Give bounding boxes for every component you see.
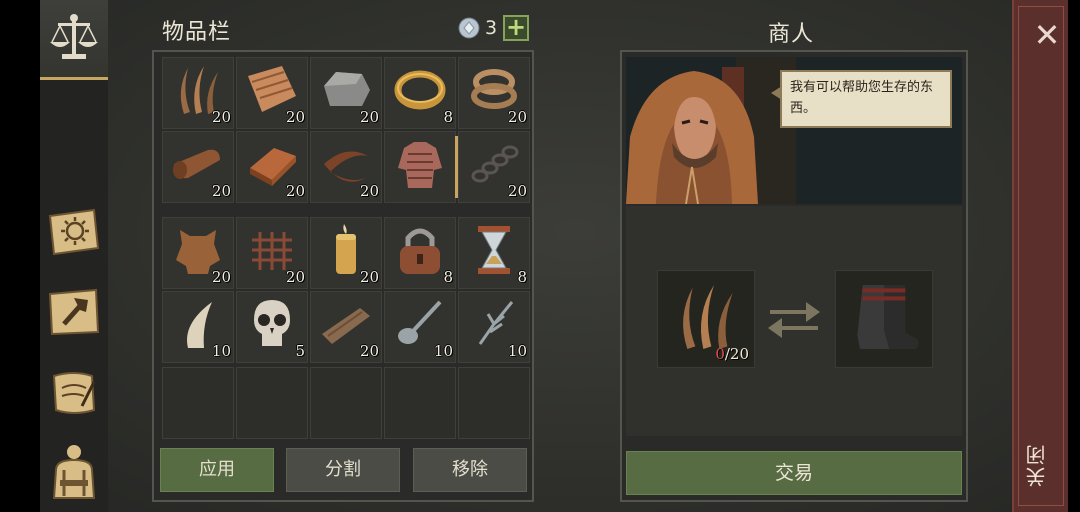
item-quantity: 20	[211, 182, 231, 200]
inventory-slot[interactable]: 20	[310, 57, 382, 129]
inventory-slot[interactable]: 20	[458, 131, 530, 203]
remove-button[interactable]: 移除	[413, 448, 527, 492]
trade-need-count: /20	[724, 345, 749, 363]
trade-receive-slot[interactable]	[835, 270, 933, 368]
inventory-slot[interactable]: 20	[162, 131, 234, 203]
item-quantity: 20	[507, 182, 527, 200]
backpack-character-icon[interactable]	[44, 440, 104, 500]
inventory-title: 物品栏	[162, 20, 232, 45]
swap-arrows-icon	[766, 294, 822, 342]
split-button[interactable]: 分割	[286, 448, 400, 492]
trade-button[interactable]: 交易	[626, 451, 962, 495]
gem-icon	[458, 17, 480, 39]
inventory-slot[interactable]: 20	[236, 131, 308, 203]
item-quantity: 10	[433, 342, 453, 360]
item-quantity: 20	[285, 108, 305, 126]
boots-icon	[857, 285, 919, 349]
inventory-slot-empty[interactable]	[162, 367, 234, 439]
scales-icon[interactable]	[44, 8, 104, 68]
inventory-slot[interactable]: 20	[162, 57, 234, 129]
item-quantity: 20	[285, 182, 305, 200]
hammer-map-icon[interactable]	[44, 282, 104, 342]
inventory-slot[interactable]: 20	[162, 217, 234, 289]
use-button[interactable]: 应用	[160, 448, 274, 492]
inventory-slot[interactable]: 8	[384, 57, 456, 129]
inventory-slot[interactable]: 8	[384, 217, 456, 289]
trade-have-count: 0	[715, 345, 725, 363]
item-quantity: 20	[507, 108, 527, 126]
inventory-slot[interactable]: 20	[310, 291, 382, 363]
inventory-slot[interactable]: 20	[236, 57, 308, 129]
screen-edge-left	[0, 0, 40, 512]
add-currency-button[interactable]: +	[503, 15, 530, 41]
inventory-slot[interactable]: 20	[310, 131, 382, 203]
hourglass-icon	[478, 226, 510, 274]
item-quantity: 20	[359, 268, 379, 286]
item-quantity: 20	[359, 342, 379, 360]
currency-display: 3 +	[458, 14, 530, 42]
quill-scroll-icon[interactable]	[44, 362, 104, 422]
inventory-slot-empty[interactable]	[384, 367, 456, 439]
item-quantity: 20	[359, 182, 379, 200]
padlock-icon	[400, 228, 440, 274]
item-quantity: 20	[359, 108, 379, 126]
gem-count: 3	[485, 17, 498, 39]
inventory-slot[interactable]: 20	[458, 57, 530, 129]
item-quantity: 10	[211, 342, 231, 360]
close-label[interactable]: 关闭	[1022, 430, 1062, 500]
close-icon[interactable]: ✕	[1030, 18, 1064, 52]
sun-book-icon[interactable]	[44, 202, 104, 262]
inventory-slot[interactable]: 20	[236, 217, 308, 289]
inventory-slot[interactable]: 5	[236, 291, 308, 363]
trade-give-quantity: 0/20	[715, 345, 749, 363]
inventory-slot[interactable]: 10	[458, 291, 530, 363]
item-quantity: 8	[443, 108, 453, 126]
item-quantity: 5	[295, 342, 305, 360]
inventory-slot[interactable]: 10	[384, 291, 456, 363]
inventory-slot-empty[interactable]	[236, 367, 308, 439]
inventory-slot[interactable]: 20	[310, 217, 382, 289]
item-quantity: 20	[211, 108, 231, 126]
ring-icon	[394, 70, 446, 110]
screen-edge-right	[1068, 0, 1080, 512]
inventory-slot-empty[interactable]	[458, 367, 530, 439]
inventory-slot[interactable]: 8	[458, 217, 530, 289]
inventory-group-empty	[162, 367, 530, 439]
merchant-title: 商人	[768, 22, 815, 47]
chainmail-icon	[398, 142, 442, 188]
inventory-group-materials: 20 20 20 8 20 20 20 20 20	[162, 57, 530, 203]
inventory-grid: 20 20 20 8 20 20 20 20 20 20 20 20 8 8 1…	[162, 57, 530, 439]
trade-give-slot[interactable]: 0/20	[657, 270, 755, 368]
inventory-group-tools: 20 20 20 8 8 10 5 20 10 10	[162, 217, 530, 363]
merchant-speech-bubble: 我有可以帮助您生存的东西。	[771, 70, 952, 128]
item-quantity: 8	[443, 268, 453, 286]
skull-icon	[254, 300, 290, 346]
item-quantity: 8	[517, 268, 527, 286]
inventory-slot-empty[interactable]	[310, 367, 382, 439]
item-quantity: 20	[285, 268, 305, 286]
inventory-slot-selected[interactable]	[384, 131, 459, 203]
item-quantity: 10	[507, 342, 527, 360]
inventory-slot[interactable]: 10	[162, 291, 234, 363]
item-quantity: 20	[211, 268, 231, 286]
